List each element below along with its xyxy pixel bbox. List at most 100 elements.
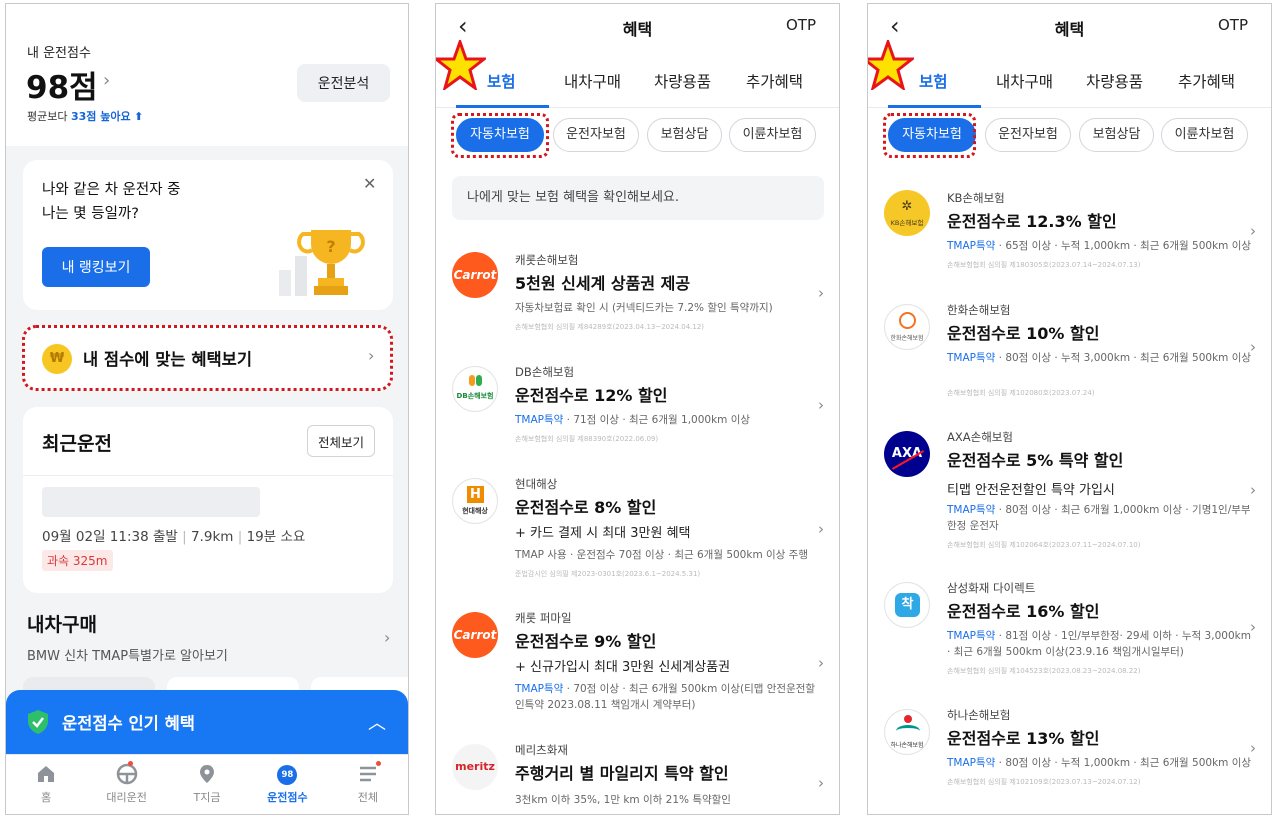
- benefits-screen: ‹ 혜택 OTP 보험 내차구매 차량용품 추가혜택 자동차보험 운전자보험 보…: [867, 3, 1272, 815]
- logo-text: 착: [895, 593, 920, 617]
- chip-driver-insurance[interactable]: 운전자보험: [985, 118, 1071, 152]
- star-marker-icon: [868, 40, 914, 90]
- offer-conditions: TMAP특약 · 81점 이상 · 1인/부부한정· 29세 이하 · 누적 3…: [947, 628, 1252, 660]
- tab-label: 운전점수: [267, 791, 308, 804]
- chevron-right-icon[interactable]: ›: [384, 628, 390, 647]
- chip-insurance-consult[interactable]: 보험상담: [647, 118, 722, 152]
- score-header: 내 운전점수 98점 › 평균보다 33점 높아요 ⬆ 운전분석: [6, 4, 408, 146]
- benefits-screen: ‹ 혜택 OTP 보험 내차구매 차량용품 추가혜택 자동차보험 운전자보험 보…: [435, 3, 840, 815]
- otp-button[interactable]: OTP: [1218, 16, 1248, 34]
- buy-car-title[interactable]: 내차구매: [27, 610, 97, 637]
- company-name: 하나손해보험: [947, 708, 1011, 722]
- star-marker-icon: [436, 40, 486, 90]
- tab-driving-score[interactable]: 98 운전점수: [247, 755, 327, 814]
- tmap-tag: TMAP특약: [947, 504, 996, 516]
- axa-logo: AXA: [884, 431, 930, 477]
- tab-designated-driver[interactable]: 대리운전: [86, 755, 166, 814]
- highlight-box: [451, 113, 549, 158]
- ranking-card: 나와 같은 차 운전자 중 나는 몇 등일까? ✕ 내 랭킹보기 ?: [23, 160, 393, 310]
- company-name: AXA손해보험: [947, 430, 1013, 444]
- view-ranking-button[interactable]: 내 랭킹보기: [42, 247, 150, 287]
- offer-conditions: 자동차보험료 확인 시 (커넥티드카는 7.2% 할인 특약까지): [515, 302, 773, 314]
- tab-extra-benefits[interactable]: 추가혜택: [746, 70, 803, 92]
- chevron-right-icon: ›: [1250, 739, 1256, 757]
- chevron-up-icon[interactable]: ︿: [368, 709, 386, 735]
- condition-text: · 80점 이상 · 누적 1,000km · 최근 6개월 500km 이상: [995, 757, 1252, 769]
- compare-highlight: 33점 높아요: [70, 110, 131, 123]
- offer-title: 운전점수로 10% 할인: [947, 324, 1100, 343]
- offer-conditions: TMAP특약 · 70점 이상 · 최근 6개월 500km 이상(티맵 안전운…: [515, 681, 820, 713]
- tab-car-accessories[interactable]: 차량용품: [654, 70, 711, 92]
- tmap-tag: TMAP특약: [947, 757, 996, 769]
- regulatory-note: 손해보험협회 심의필 제88390호(2022.06.09): [515, 435, 659, 443]
- regulatory-note: 손해보험협회 심의필 제180305호(2023.07.14~2024.07.1…: [947, 261, 1141, 269]
- carrot-logo: Carrot: [452, 612, 498, 658]
- recent-driving-card: 최근운전 전체보기 09월 02일 11:38 출발 | 7.9km | 19분…: [23, 407, 393, 593]
- offer-conditions: TMAP특약 · 65점 이상 · 누적 1,000km · 최근 6개월 50…: [947, 238, 1252, 254]
- chevron-right-icon: ›: [1250, 618, 1256, 636]
- kb-logo: ✲ KB손해보험: [884, 190, 930, 236]
- db-logo: DB손해보험: [452, 366, 498, 412]
- regulatory-note: 손해보험협회 심의필 제104523호(2023.08.23~2024.08.2…: [947, 667, 1141, 675]
- category-tabs: 보험 내차구매 차량용품 추가혜택: [436, 54, 839, 108]
- offer-conditions: TMAP특약 · 80점 이상 · 최근 6개월 1,000km 이상 · 기명…: [947, 502, 1252, 534]
- tab-label: 전체: [357, 791, 378, 804]
- menu-icon: [359, 766, 376, 782]
- condition-text: · 65점 이상 · 누적 1,000km · 최근 6개월 500km 이상: [995, 240, 1252, 252]
- driving-analysis-button[interactable]: 운전분석: [297, 64, 390, 102]
- insurance-offer[interactable]: meritz 메리츠화재 주행거리 별 마일리지 특약 할인 3천km 이하 3…: [436, 742, 839, 812]
- otp-button[interactable]: OTP: [786, 16, 816, 34]
- insurance-offer[interactable]: DB손해보험 DB손해보험 운전점수로 12% 할인 TMAP특약 · 71점 …: [436, 364, 839, 459]
- insurance-offer[interactable]: Carrot 캐롯 퍼마일 운전점수로 9% 할인 + 신규가입시 최대 3만원…: [436, 610, 839, 728]
- tab-tnow[interactable]: T지금: [167, 755, 247, 814]
- chip-motorcycle-insurance[interactable]: 이륜차보험: [1161, 118, 1248, 152]
- insurance-offer[interactable]: 한화손해보험 한화손해보험 운전점수로 10% 할인 TMAP특약 · 80점 …: [868, 302, 1271, 402]
- chevron-right-icon: ›: [818, 520, 824, 538]
- chevron-right-icon[interactable]: ›: [103, 70, 110, 91]
- highlight-box: [22, 325, 393, 391]
- tab-insurance[interactable]: 보험: [919, 70, 948, 92]
- close-icon[interactable]: ✕: [363, 174, 376, 193]
- insurance-offer[interactable]: 하나손해보험 하나손해보험 운전점수로 13% 할인 TMAP특약 · 80점 …: [868, 707, 1271, 802]
- offer-title: 주행거리 별 마일리지 특약 할인: [515, 764, 729, 783]
- trophy-icon: ?: [279, 230, 365, 296]
- recent-trip-info[interactable]: 09월 02일 11:38 출발 | 7.9km | 19분 소요: [42, 525, 305, 545]
- insurance-offer[interactable]: ✲ KB손해보험 KB손해보험 운전점수로 12.3% 할인 TMAP특약 · …: [868, 190, 1271, 285]
- tab-car-accessories[interactable]: 차량용품: [1086, 70, 1143, 92]
- logo-text: KB손해보험: [890, 219, 924, 227]
- offer-subtitle: + 카드 결제 시 최대 3만원 혜택: [515, 526, 691, 541]
- tab-all[interactable]: 전체: [328, 755, 408, 814]
- samsung-logo: 착: [884, 582, 930, 628]
- tab-home[interactable]: 홈: [6, 755, 86, 814]
- tmap-tag: TMAP특약: [947, 240, 996, 252]
- arrow-up-icon: ⬆: [134, 110, 144, 123]
- insurance-offer[interactable]: Carrot 캐롯손해보험 5천원 신세계 상품권 제공 자동차보험료 확인 시…: [436, 252, 839, 347]
- offer-title: 운전점수로 9% 할인: [515, 632, 657, 651]
- chip-driver-insurance[interactable]: 운전자보험: [553, 118, 639, 152]
- tab-buy-car[interactable]: 내차구매: [564, 70, 621, 92]
- insurance-offer[interactable]: H 현대해상 현대해상 운전점수로 8% 할인 + 카드 결제 시 최대 3만원…: [436, 476, 839, 591]
- compare-prefix: 평균보다: [27, 110, 68, 123]
- offer-title: 운전점수로 12.3% 할인: [947, 212, 1117, 231]
- logo-text: DB손해보험: [456, 392, 494, 400]
- chip-motorcycle-insurance[interactable]: 이륜차보험: [729, 118, 816, 152]
- popular-benefits-label: 운전점수 인기 혜택: [62, 714, 195, 733]
- tab-insurance[interactable]: 보험: [487, 70, 516, 92]
- home-icon: [38, 766, 55, 782]
- offer-title: 운전점수로 13% 할인: [947, 729, 1100, 748]
- tab-buy-car[interactable]: 내차구매: [996, 70, 1053, 92]
- insurance-offer[interactable]: AXA AXA손해보험 운전점수로 5% 특약 할인 티맵 안전운전할인 특약 …: [868, 429, 1271, 557]
- insurance-offer[interactable]: 착 삼성화재 다이렉트 운전점수로 16% 할인 TMAP특약 · 81점 이상…: [868, 580, 1271, 682]
- view-all-button[interactable]: 전체보기: [307, 425, 375, 457]
- chevron-right-icon: ›: [818, 654, 824, 672]
- logo-text: AXA: [891, 446, 923, 461]
- tmap-tag: TMAP특약: [947, 630, 996, 642]
- tab-extra-benefits[interactable]: 추가혜택: [1178, 70, 1235, 92]
- offer-conditions: TMAP특약 · 80점 이상 · 누적 3,000km · 최근 6개월 50…: [947, 350, 1252, 366]
- meritz-logo: meritz: [452, 744, 498, 790]
- popular-benefits-bar[interactable]: 운전점수 인기 혜택 ︿: [6, 690, 408, 754]
- tmap-tag: TMAP특약: [515, 683, 564, 695]
- chevron-right-icon: ›: [1250, 222, 1256, 240]
- chip-insurance-consult[interactable]: 보험상담: [1079, 118, 1154, 152]
- score-value[interactable]: 98점: [26, 62, 98, 107]
